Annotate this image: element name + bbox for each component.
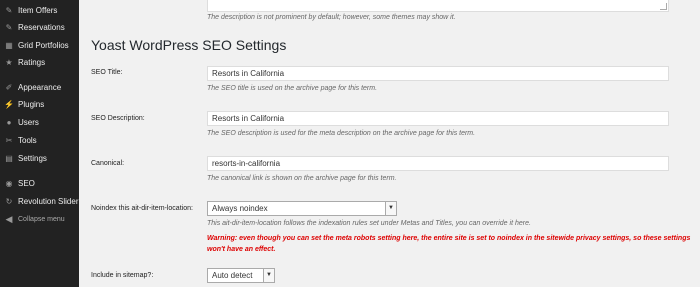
noindex-select[interactable]: Always noindex ▼ bbox=[207, 201, 397, 216]
sitemap-label: Include in sitemap?: bbox=[91, 272, 154, 279]
pushpin-icon: ✎ bbox=[5, 5, 13, 15]
chevron-down-icon: ▼ bbox=[263, 269, 274, 282]
sidebar-item-tools[interactable]: ✂ Tools bbox=[0, 130, 79, 150]
sidebar-item-revolution-slider[interactable]: ↻ Revolution Slider bbox=[0, 191, 79, 211]
canonical-label: Canonical: bbox=[91, 160, 125, 167]
sidebar-item-label: SEO bbox=[18, 178, 35, 188]
sidebar-item-label: Revolution Slider bbox=[18, 196, 79, 206]
sidebar-item-settings[interactable]: ▤ Settings bbox=[0, 148, 79, 168]
star-icon: ★ bbox=[5, 57, 13, 67]
sidebar-item-label: Appearance bbox=[18, 82, 62, 92]
sidebar-item-label: Ratings bbox=[18, 57, 46, 67]
plugin-icon: ⚡ bbox=[4, 99, 14, 109]
sidebar-item-label: Settings bbox=[18, 153, 47, 163]
sidebar-item-users[interactable]: ● Users bbox=[0, 112, 79, 132]
seo-title-help: The SEO title is used on the archive pag… bbox=[207, 85, 378, 92]
wrench-icon: ✂ bbox=[5, 135, 13, 145]
collapse-menu-button[interactable]: ◀ Collapse menu bbox=[0, 209, 79, 229]
sitemap-select[interactable]: Auto detect ▼ bbox=[207, 268, 275, 283]
sidebar-item-label: Reservations bbox=[18, 22, 65, 32]
collapse-icon: ◀ bbox=[5, 213, 13, 224]
main-content: The description is not prominent by defa… bbox=[79, 0, 700, 287]
sidebar-item-label: Item Offers bbox=[18, 5, 58, 15]
description-textarea[interactable] bbox=[207, 0, 669, 12]
sidebar-item-ratings[interactable]: ★ Ratings bbox=[0, 52, 79, 72]
sidebar-item-reservations[interactable]: ✎ Reservations bbox=[0, 17, 79, 37]
description-note: The description is not prominent by defa… bbox=[207, 14, 456, 21]
seo-description-label: SEO Description: bbox=[91, 115, 145, 122]
sidebar-item-plugins[interactable]: ⚡ Plugins bbox=[0, 94, 79, 114]
collapse-menu-label: Collapse menu bbox=[18, 215, 65, 223]
canonical-help: The canonical link is shown on the archi… bbox=[207, 175, 397, 182]
noindex-help: This ait-dir-item-location follows the i… bbox=[207, 220, 531, 227]
section-title: Yoast WordPress SEO Settings bbox=[91, 37, 287, 53]
refresh-icon: ↻ bbox=[5, 196, 13, 206]
noindex-label: Noindex this ait-dir-item-location: bbox=[91, 205, 193, 212]
sidebar-item-label: Users bbox=[18, 117, 39, 127]
seo-description-input[interactable]: Resorts in California bbox=[207, 111, 669, 126]
sidebar-item-label: Plugins bbox=[18, 99, 45, 109]
grid-icon: ▦ bbox=[5, 40, 13, 50]
canonical-input[interactable]: resorts-in-california bbox=[207, 156, 669, 171]
settings-icon: ▤ bbox=[5, 153, 13, 163]
seo-title-label: SEO Title: bbox=[91, 69, 123, 76]
paintbrush-icon: ✐ bbox=[5, 82, 13, 92]
seo-icon: ◉ bbox=[5, 178, 13, 188]
pushpin-icon: ✎ bbox=[5, 22, 13, 32]
resize-grip-icon[interactable] bbox=[660, 3, 667, 10]
sitemap-selected-value: Auto detect bbox=[212, 271, 253, 280]
users-icon: ● bbox=[6, 117, 12, 127]
chevron-down-icon: ▼ bbox=[385, 202, 396, 215]
noindex-warning: Warning: even though you can set the met… bbox=[207, 235, 691, 253]
noindex-selected-value: Always noindex bbox=[212, 204, 268, 213]
admin-sidebar: ✎ Item Offers ✎ Reservations ▦ Grid Port… bbox=[0, 0, 79, 287]
sidebar-item-seo[interactable]: ◉ SEO bbox=[0, 173, 79, 193]
seo-description-help: The SEO description is used for the meta… bbox=[207, 130, 476, 137]
seo-title-input[interactable]: Resorts in California bbox=[207, 66, 669, 81]
sidebar-item-label: Tools bbox=[18, 135, 37, 145]
sidebar-item-label: Grid Portfolios bbox=[18, 40, 69, 50]
